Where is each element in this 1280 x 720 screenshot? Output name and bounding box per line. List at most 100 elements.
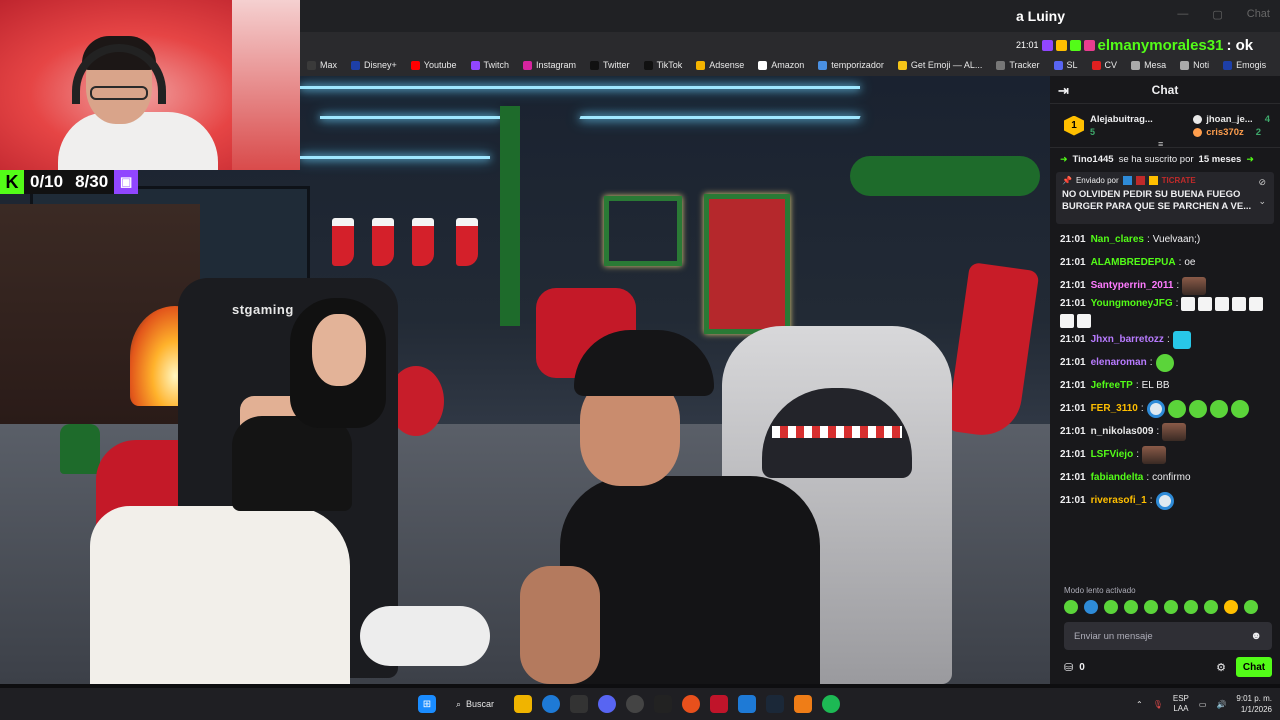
message-username[interactable]: elenaroman [1091,357,1147,369]
bookmark-item[interactable]: Mesa [1124,54,1173,76]
unpin-icon[interactable]: ⊘ [1258,177,1266,188]
emote-icon[interactable] [1077,314,1091,328]
emote-icon[interactable] [1224,600,1238,614]
emote-icon[interactable] [1198,297,1213,311]
volume-icon[interactable]: 🔊 [1216,700,1226,709]
emote-icon[interactable] [1155,491,1174,510]
bookmark-item[interactable]: Youtube [404,54,464,76]
bookmark-item[interactable]: Max [300,54,344,76]
collapse-chat-icon[interactable]: ⇥ [1058,83,1069,99]
bookmark-item[interactable]: Instagram [516,54,583,76]
emote-icon[interactable] [1162,422,1187,441]
bookmark-item[interactable]: temporizador [811,54,891,76]
epic-games-icon[interactable] [654,695,673,713]
emote-icon[interactable] [1181,297,1196,311]
pinned-message[interactable]: 📌 Enviado por TICRATE NO OLVIDEN PEDIR S… [1056,172,1274,224]
chat-message[interactable]: 21:01 FER_3110: [1060,397,1270,420]
chevron-down-icon[interactable]: ⌄ [1258,196,1266,207]
bookmark-item[interactable]: Amazon [751,54,811,76]
bookmarks-more-icon[interactable]: › [1273,54,1280,76]
emote-icon[interactable] [1124,600,1138,614]
emote-icon[interactable] [1164,600,1178,614]
bookmark-item[interactable]: Emogis [1216,54,1273,76]
emote-icon[interactable] [1215,297,1230,311]
chat-message[interactable]: 21:01 YoungmoneyJFG: [1060,297,1270,328]
message-username[interactable]: FER_3110 [1091,403,1138,415]
emote-icon[interactable] [1155,353,1174,372]
send-chat-button[interactable]: Chat [1236,657,1272,677]
app-icon[interactable] [794,695,813,713]
emote-icon[interactable] [1204,600,1218,614]
bookmark-item[interactable]: Twitch [464,54,517,76]
chat-message[interactable]: 21:01 LSFViejo: [1060,443,1270,466]
maximize-icon[interactable]: ▢ [1212,8,1222,21]
emote-icon[interactable] [1244,600,1258,614]
chat-message[interactable]: 21:01 riverasofi_1: [1060,489,1270,512]
taskbar-clock[interactable]: 9:01 p. m. 1/1/2026 [1236,693,1272,715]
chat-message[interactable]: 21:01 Nan_clares: Vuelvaan;) [1060,228,1270,251]
emote-icon[interactable] [1188,399,1207,418]
emote-icon[interactable] [1084,600,1098,614]
message-username[interactable]: ALAMBREDEPUA [1091,257,1176,269]
edge-browser-icon[interactable] [542,695,561,713]
input-language[interactable]: ESP LAA [1173,694,1189,714]
bookmark-item[interactable]: TikTok [637,54,690,76]
chat-message[interactable]: 21:01 Santyperrin_2011: [1060,274,1270,297]
emote-icon[interactable] [1232,297,1247,311]
microphone-icon[interactable]: 🎙 [1153,700,1163,709]
message-username[interactable]: fabiandelta [1091,472,1144,484]
chrome-icon[interactable] [626,695,645,713]
emote-icon[interactable] [1146,399,1165,418]
emote-icon[interactable] [1182,276,1207,295]
steam-icon[interactable] [766,695,785,713]
emote-icon[interactable] [1144,600,1158,614]
bookmark-item[interactable]: Disney+ [344,54,404,76]
emote-icon[interactable] [1167,399,1186,418]
emote-icon[interactable] [1230,399,1249,418]
chat-message-input[interactable] [1074,630,1244,642]
windows-start-icon[interactable]: ⊞ [418,695,436,713]
chat-message[interactable]: 21:01 Jhxn_barretozz: [1060,328,1270,351]
emote-icon[interactable] [1184,600,1198,614]
file-explorer-icon[interactable] [514,695,533,713]
message-username[interactable]: Jhxn_barretozz [1091,334,1164,346]
emote-icon[interactable] [1172,330,1191,349]
message-username[interactable]: riverasofi_1 [1091,495,1147,507]
network-icon[interactable]: ▭ [1199,700,1207,709]
chat-message[interactable]: 21:01 JefreeTP: EL BB [1060,374,1270,397]
bookmark-item[interactable]: SL [1047,54,1085,76]
message-username[interactable]: JefreeTP [1091,380,1133,392]
spotify-icon[interactable] [822,695,841,713]
minimize-icon[interactable]: — [1177,8,1188,21]
message-username[interactable]: LSFViejo [1091,449,1134,461]
emote-icon[interactable] [1064,600,1078,614]
chat-input-box[interactable]: ☻ [1064,622,1272,650]
gear-icon[interactable]: ⚙ [1216,661,1226,674]
channel-points-icon[interactable]: ⛁ [1064,661,1073,674]
chevron-up-icon[interactable]: ⌃ [1136,700,1143,709]
taskbar-search[interactable]: ⌕ Buscar [446,692,504,716]
app-icon[interactable] [738,695,757,713]
message-username[interactable]: n_nikolas009 [1091,426,1154,438]
chat-message[interactable]: 21:01 ALAMBREDEPUA: oe [1060,251,1270,274]
emote-icon[interactable] [1104,600,1118,614]
bookmark-item[interactable]: Twitter [583,54,637,76]
message-username[interactable]: Santyperrin_2011 [1091,280,1174,292]
chat-message[interactable]: 21:01 fabiandelta: confirmo [1060,466,1270,489]
message-username[interactable]: YoungmoneyJFG [1091,298,1173,310]
app-icon[interactable] [682,695,701,713]
store-icon[interactable] [570,695,589,713]
chat-leaderboard[interactable]: 1 Alejabuitrag... 5 jhoan_je... 4 cris37… [1050,104,1280,149]
discord-icon[interactable] [598,695,617,713]
chat-message[interactable]: 21:01 n_nikolas009: [1060,420,1270,443]
bookmark-item[interactable]: Get Emoji — AL... [891,54,990,76]
message-username[interactable]: Nan_clares [1091,234,1144,246]
emoji-picker-icon[interactable]: ☻ [1250,630,1262,642]
emote-icon[interactable] [1209,399,1228,418]
expand-leaderboard-icon[interactable]: ≡ [1158,139,1163,149]
bookmark-item[interactable]: Noti [1173,54,1216,76]
emote-icon[interactable] [1141,445,1166,464]
bookmark-item[interactable]: CV [1085,54,1125,76]
bookmark-item[interactable]: Tracker [989,54,1046,76]
emote-icon[interactable] [1249,297,1264,311]
